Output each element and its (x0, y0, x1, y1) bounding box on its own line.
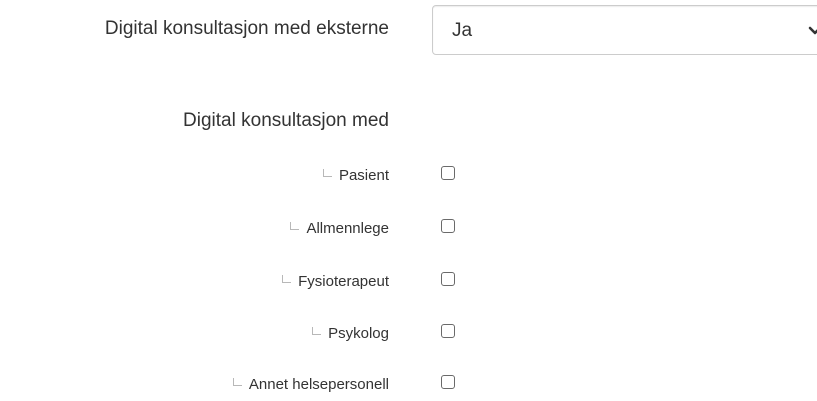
tree-branch-icon (232, 378, 242, 386)
consult-option-label: Annet helsepersonell (248, 376, 389, 393)
consult-option-label: Allmennlege (306, 220, 389, 237)
annet-helsepersonell-checkbox[interactable] (441, 375, 455, 389)
consult-option-label: Fysioterapeut (298, 273, 389, 290)
tree-branch-icon (322, 169, 332, 177)
chevron-down-icon (808, 26, 817, 35)
consult-with-group-label: Digital konsultasjon med (183, 110, 389, 131)
external-consult-label: Digital konsultasjon med eksterne (104, 18, 389, 39)
tree-branch-icon (282, 275, 292, 283)
external-consult-select-value: Ja (452, 20, 473, 41)
consult-option-pasient: Pasient (0, 162, 817, 192)
pasient-checkbox[interactable] (441, 166, 455, 180)
external-consult-select[interactable]: Ja (432, 5, 817, 55)
consult-option-psykolog: Psykolog (0, 320, 817, 350)
consult-option-allmennlege: Allmennlege (0, 215, 817, 245)
consult-option-fysioterapeut: Fysioterapeut (0, 268, 817, 298)
tree-branch-icon (290, 222, 300, 230)
consult-option-label: Pasient (338, 167, 389, 184)
consult-option-label: Psykolog (328, 325, 389, 342)
allmennlege-checkbox[interactable] (441, 219, 455, 233)
consultation-form: Digital konsultasjon med eksterne Ja Dig… (0, 0, 817, 401)
consult-option-annet-helsepersonell: Annet helsepersonell (0, 371, 817, 401)
psykolog-checkbox[interactable] (441, 324, 455, 338)
fysioterapeut-checkbox[interactable] (441, 272, 455, 286)
tree-branch-icon (312, 327, 322, 335)
